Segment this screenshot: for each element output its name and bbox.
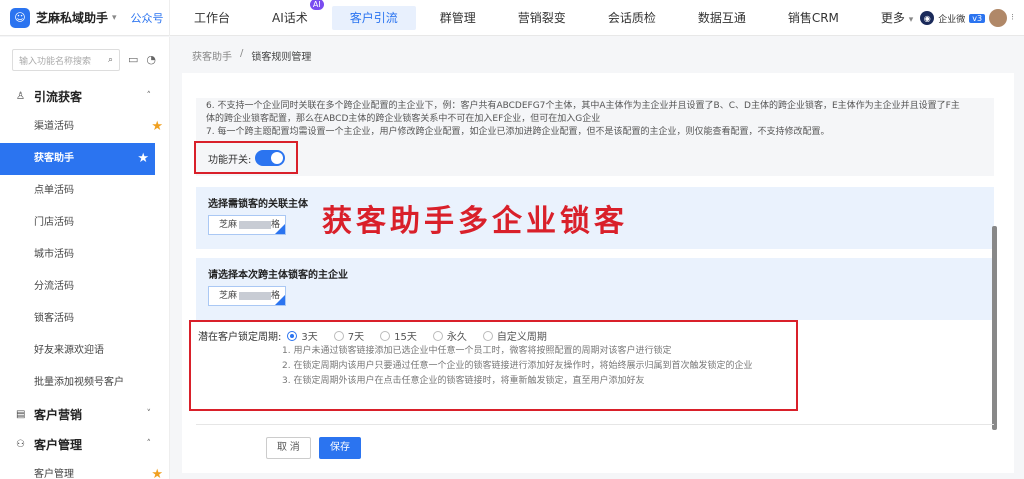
note-6: 6. 不支持一个企业同时关联在多个跨企业配置的主企业下，例：客户共有ABCDEF… xyxy=(206,101,960,111)
redacted-name xyxy=(239,220,272,229)
sidebar-item-city-code[interactable]: 城市活码 xyxy=(0,239,169,271)
account-type-link[interactable]: 公众号 xyxy=(131,10,164,26)
footer-divider xyxy=(196,424,994,425)
chevron-up-icon: ˄ xyxy=(146,91,152,101)
nav-item-workbench[interactable]: 工作台 xyxy=(176,6,248,30)
version-badge: v3 xyxy=(969,13,986,23)
chevron-down-icon: ▾ xyxy=(908,14,914,25)
rules-notes: 6. 不支持一个企业同时关联在多个跨企业配置的主企业下，例：客户共有ABCDEF… xyxy=(196,98,994,176)
note-7: 7. 每一个跨主题配置均需设置一个主企业，用户修改跨企业配置，如企业已添加进跨企… xyxy=(206,127,830,137)
check-icon: ✓ xyxy=(279,222,285,230)
avatar[interactable] xyxy=(989,9,1008,27)
nav-item-marketing-fission[interactable]: 营销裂变 xyxy=(500,6,584,30)
breadcrumb-current: 锁客规则管理 xyxy=(251,52,312,63)
sidebar-item-video-customers[interactable]: 批量添加视频号客户 xyxy=(0,367,169,399)
nav-item-session-quality[interactable]: 会话质检 xyxy=(590,6,674,30)
breadcrumb: 获客助手 / 锁客规则管理 xyxy=(192,48,311,63)
nav-item-data-sync[interactable]: 数据互通 xyxy=(680,6,764,30)
wecom-logo-icon: ◉ xyxy=(920,11,935,25)
sidebar-group-lead[interactable]: ♙ 引流获客 ˄ xyxy=(0,81,169,111)
sidebar-item-customer-management[interactable]: 客户管理 ★ xyxy=(0,459,169,479)
save-button[interactable]: 保存 xyxy=(319,437,361,459)
account-area[interactable]: ◉ 企业微 v3 ⁝ xyxy=(920,0,1014,36)
nav-item-group-management[interactable]: 群管理 xyxy=(422,6,494,30)
cancel-button[interactable]: 取 消 xyxy=(266,437,311,459)
chevron-down-icon: ˅ xyxy=(146,409,152,419)
user-plus-icon: ♙ xyxy=(16,90,25,102)
redacted-name xyxy=(239,291,272,300)
nav-item-customer-acquisition[interactable]: 客户引流 xyxy=(331,5,416,30)
breadcrumb-parent[interactable]: 获客助手 xyxy=(192,48,232,63)
user-manage-icon: ⚇ xyxy=(16,438,25,450)
sidebar-group-customer-management[interactable]: ⚇ 客户管理 ˄ xyxy=(0,429,169,459)
app-name: 芝麻私域助手 xyxy=(36,11,109,25)
main-nav: 工作台 AI话术 AI 客户引流 群管理 营销裂变 会话质检 数据互通 销售CRM… xyxy=(176,0,937,36)
sidebar-item-lock-code[interactable]: 锁客活码 xyxy=(0,303,169,335)
search-placeholder: 输入功能名称搜索 xyxy=(19,56,92,67)
sidebar-item-split-code[interactable]: 分流活码 xyxy=(0,271,169,303)
top-bar: ☺ 芝麻私域助手 ▾ 公众号 工作台 AI话术 AI 客户引流 群管理 营销裂变 … xyxy=(0,0,1024,36)
nav-item-ai-script[interactable]: AI话术 AI xyxy=(254,0,326,30)
calendar-icon: ▤ xyxy=(16,408,26,420)
sidebar-item-store-code[interactable]: 门店活码 xyxy=(0,207,169,239)
history-icon[interactable]: ◔ xyxy=(146,53,156,66)
search-icon: ⌕ xyxy=(107,55,113,65)
sidebar-item-order-code[interactable]: 点单活码 xyxy=(0,175,169,207)
corp-label: 企业微 xyxy=(938,14,966,25)
chevron-down-icon[interactable]: ▾ xyxy=(112,13,117,23)
scrollbar[interactable] xyxy=(992,226,997,430)
ai-badge: AI xyxy=(309,0,324,10)
main-entity-title: 请选择本次跨主体锁客的主企业 xyxy=(208,270,348,281)
app-logo-icon: ☺ xyxy=(10,7,30,28)
chevron-up-icon: ˄ xyxy=(146,439,152,449)
sidebar-item-channel-code[interactable]: 渠道活码 ★ xyxy=(0,111,169,143)
main-entity-tag[interactable]: 芝麻格 ✓ xyxy=(208,286,286,306)
main-entity-section: 请选择本次跨主体锁客的主企业 芝麻格 ✓ xyxy=(196,258,994,320)
sidebar-tools: ▭ ◔ xyxy=(128,53,156,66)
sidebar-group-marketing[interactable]: ▤ 客户营销 ˅ xyxy=(0,399,169,429)
related-entity-tag[interactable]: 芝麻格 ✓ xyxy=(208,215,286,235)
highlight-box-period xyxy=(189,320,798,411)
sidebar-item-acquisition-assistant[interactable]: 获客助手 ★ xyxy=(0,143,155,175)
note-6b: 体的跨企业锁客配置，那么在ABCD主体的跨企业锁客关系中不可在加入EF企业，但可… xyxy=(206,114,601,124)
star-icon[interactable]: ★ xyxy=(151,459,163,479)
check-icon: ✓ xyxy=(279,293,285,301)
sidebar-item-welcome-message[interactable]: 好友来源欢迎语 xyxy=(0,335,169,367)
highlight-box-toggle xyxy=(194,141,298,174)
more-icon[interactable]: ⁝ xyxy=(1011,13,1014,23)
breadcrumb-separator: / xyxy=(240,48,244,59)
search-input[interactable]: 输入功能名称搜索 ⌕ xyxy=(12,49,120,71)
brand[interactable]: ☺ 芝麻私域助手 ▾ 公众号 xyxy=(0,0,170,36)
nav-item-sales-crm[interactable]: 销售CRM xyxy=(770,6,857,30)
star-icon[interactable]: ★ xyxy=(151,111,163,143)
annotation-title: 获客助手多企业锁客 xyxy=(322,204,628,239)
sidebar: 输入功能名称搜索 ⌕ ▭ ◔ ♙ 引流获客 ˄ 渠道活码 ★ 获客助手 ★ 点单活码… xyxy=(0,37,170,479)
layout-icon[interactable]: ▭ xyxy=(128,53,138,66)
star-icon[interactable]: ★ xyxy=(137,143,149,175)
related-entity-title: 选择需锁客的关联主体 xyxy=(208,199,308,210)
